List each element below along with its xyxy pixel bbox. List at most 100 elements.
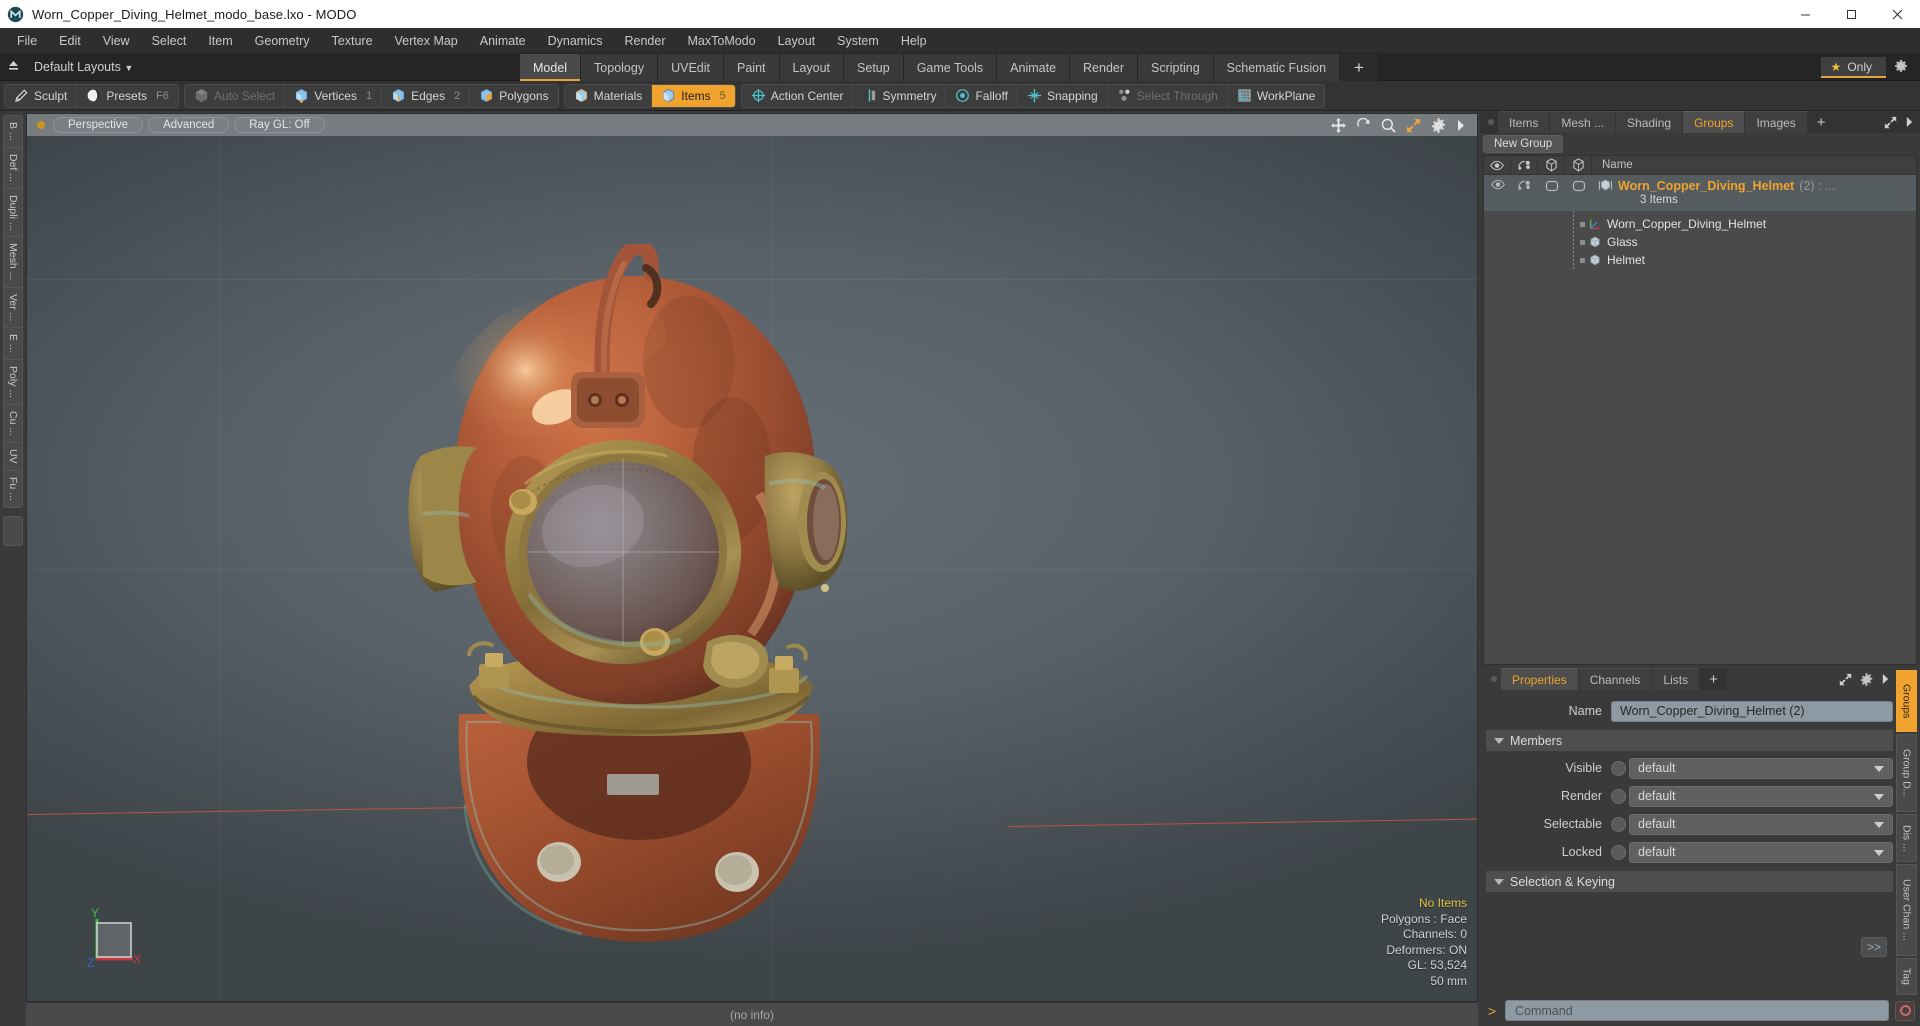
properties-tab-channels[interactable]: Channels	[1578, 668, 1653, 690]
command-record-button[interactable]	[1895, 1000, 1915, 1021]
menu-dynamics[interactable]: Dynamics	[537, 30, 614, 52]
side-tab-tag[interactable]: Tag	[1896, 958, 1917, 995]
layout-tab-setup[interactable]: Setup	[844, 54, 904, 81]
group-row-selected[interactable]: Worn_Copper_Diving_Helmet (2) : ... 3 It…	[1484, 175, 1916, 211]
viewport-indicator-dot[interactable]	[37, 121, 45, 129]
row-locked-toggle[interactable]	[1565, 175, 1592, 211]
materials-button[interactable]: Materials	[565, 84, 653, 107]
menu-help[interactable]: Help	[890, 30, 938, 52]
left-tab-deform[interactable]: Def ...	[3, 146, 23, 188]
col-header-render[interactable]	[1511, 156, 1538, 174]
left-tab-polygon[interactable]: Poly ...	[3, 358, 23, 404]
left-tab-extra[interactable]	[3, 515, 23, 546]
menu-texture[interactable]: Texture	[321, 30, 384, 52]
layout-tab-schematic-fusion[interactable]: Schematic Fusion	[1213, 54, 1341, 81]
menu-edit[interactable]: Edit	[48, 30, 92, 52]
layout-tab-animate[interactable]: Animate	[997, 54, 1071, 81]
action-center-button[interactable]: Action Center	[742, 84, 854, 107]
menu-select[interactable]: Select	[141, 30, 198, 52]
visible-dropdown[interactable]: default	[1629, 757, 1893, 779]
vertices-button[interactable]: Vertices 1	[285, 84, 383, 107]
chevron-right-icon[interactable]	[1456, 119, 1466, 132]
presets-button[interactable]: Presets F6	[77, 85, 178, 107]
viewport-raygl-dropdown[interactable]: Ray GL: Off	[234, 117, 325, 133]
members-section-header[interactable]: Members	[1486, 730, 1893, 751]
expand-panel-icon[interactable]	[1884, 116, 1897, 129]
gear-icon[interactable]	[1431, 117, 1446, 133]
layout-settings-gear-icon[interactable]	[1894, 59, 1908, 76]
left-tab-curve[interactable]: Cu ...	[3, 403, 23, 442]
add-layout-tab-button[interactable]: +	[1340, 54, 1378, 81]
3d-viewport[interactable]: Perspective Advanced Ray GL: Off Y X Z N…	[26, 113, 1478, 1002]
selection-keying-section-header[interactable]: Selection & Keying	[1486, 871, 1893, 892]
select-through-button[interactable]: Select Through	[1108, 84, 1228, 107]
default-layouts-dropdown[interactable]: Default Layouts ▼	[34, 60, 133, 74]
row-selectable-toggle[interactable]	[1538, 175, 1565, 211]
col-header-locked[interactable]	[1565, 156, 1592, 174]
side-tab-user-channels[interactable]: User Chan ...	[1896, 864, 1917, 956]
menu-render[interactable]: Render	[614, 30, 677, 52]
menu-layout[interactable]: Layout	[767, 30, 827, 52]
menu-view[interactable]: View	[92, 30, 141, 52]
properties-tab-properties[interactable]: Properties	[1501, 668, 1579, 690]
panel-tab-items[interactable]: Items	[1498, 111, 1551, 133]
panel-add-tab-button[interactable]: +	[1807, 111, 1835, 133]
properties-chevron-right-icon[interactable]	[1881, 673, 1890, 685]
edges-button[interactable]: Edges 2	[382, 84, 471, 107]
left-tab-uv[interactable]: UV	[3, 442, 23, 470]
left-tab-mesh[interactable]: Mesh ...	[3, 236, 23, 287]
menu-maxtomodo[interactable]: MaxToModo	[677, 30, 767, 52]
auto-select-button[interactable]: Auto Select	[185, 84, 286, 107]
layout-tab-paint[interactable]: Paint	[724, 54, 780, 81]
row-visibility-toggle[interactable]	[1484, 175, 1511, 211]
maximize-button[interactable]	[1828, 0, 1874, 28]
list-item[interactable]: Glass	[1484, 233, 1916, 251]
layout-tab-uvedit[interactable]: UVEdit	[658, 54, 724, 81]
col-header-selectable[interactable]	[1538, 156, 1565, 174]
properties-gear-icon[interactable]	[1860, 672, 1873, 686]
rotate-icon[interactable]	[1356, 117, 1371, 133]
panel-menu-dot-icon[interactable]	[1484, 111, 1498, 133]
menu-file[interactable]: File	[6, 30, 48, 52]
fit-icon[interactable]	[1406, 118, 1421, 133]
panel-tab-mesh[interactable]: Mesh ...	[1550, 111, 1617, 133]
properties-menu-dot-icon[interactable]	[1487, 668, 1501, 690]
collapse-icon[interactable]	[0, 59, 26, 75]
polygons-button[interactable]: Polygons	[470, 85, 557, 107]
menu-geometry[interactable]: Geometry	[244, 30, 321, 52]
layout-tab-render[interactable]: Render	[1070, 54, 1139, 81]
close-button[interactable]	[1874, 0, 1920, 28]
side-tab-groups[interactable]: Groups	[1896, 670, 1917, 732]
selectable-dropdown[interactable]: default	[1629, 813, 1893, 835]
list-item[interactable]: Worn_Copper_Diving_Helmet	[1484, 215, 1916, 233]
side-tab-display[interactable]: Dis ...	[1896, 814, 1917, 862]
selectable-knob[interactable]	[1611, 816, 1626, 832]
minimize-button[interactable]	[1782, 0, 1828, 28]
layout-tab-topology[interactable]: Topology	[581, 54, 659, 81]
render-dropdown[interactable]: default	[1629, 785, 1893, 807]
only-toggle-button[interactable]: ★ Only	[1820, 57, 1886, 78]
list-item[interactable]: Helmet	[1484, 251, 1916, 269]
sculpt-button[interactable]: Sculpt	[5, 84, 78, 107]
layout-tab-game-tools[interactable]: Game Tools	[903, 54, 998, 81]
name-input[interactable]: Worn_Copper_Diving_Helmet (2)	[1611, 700, 1893, 722]
locked-knob[interactable]	[1611, 844, 1626, 860]
panel-tab-shading[interactable]: Shading	[1616, 111, 1684, 133]
left-tab-duplicate[interactable]: Dupli ...	[3, 187, 23, 237]
workplane-button[interactable]: WorkPlane	[1228, 85, 1324, 107]
row-render-toggle[interactable]	[1511, 175, 1538, 211]
properties-tab-lists[interactable]: Lists	[1652, 668, 1701, 690]
menu-item[interactable]: Item	[197, 30, 243, 52]
left-tab-fusion[interactable]: Fu ...	[3, 469, 23, 508]
new-group-button[interactable]: New Group	[1483, 135, 1564, 153]
visible-knob[interactable]	[1611, 760, 1626, 776]
items-button[interactable]: Items 5	[652, 84, 735, 107]
menu-animate[interactable]: Animate	[469, 30, 537, 52]
menu-vertex-map[interactable]: Vertex Map	[384, 30, 469, 52]
menu-system[interactable]: System	[826, 30, 890, 52]
panel-tab-images[interactable]: Images	[1745, 111, 1808, 133]
locked-dropdown[interactable]: default	[1629, 841, 1893, 863]
viewport-shading-dropdown[interactable]: Advanced	[148, 117, 230, 133]
side-tab-group-display[interactable]: Group D...	[1896, 734, 1917, 812]
move-icon[interactable]	[1331, 117, 1346, 133]
